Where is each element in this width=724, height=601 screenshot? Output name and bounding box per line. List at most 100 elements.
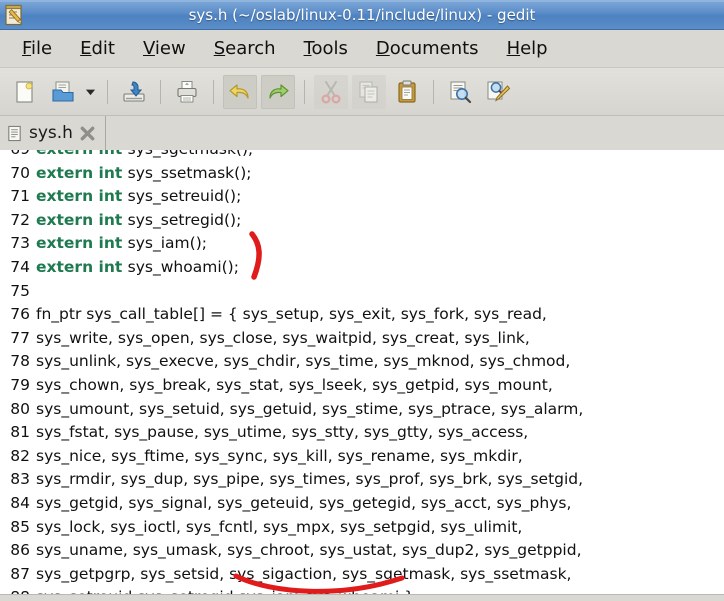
code-text: sys_ssetmask(); xyxy=(127,163,252,182)
code-keyword: extern int xyxy=(36,257,128,276)
code-keyword: extern int xyxy=(36,150,128,158)
code-line: 76 fn_ptr sys_call_table[] = { sys_setup,… xyxy=(4,303,724,327)
replace-pencil-icon xyxy=(487,81,511,102)
code-line: 86 sys_uname, sys_umask, sys_chroot, sys_… xyxy=(4,539,724,563)
line-number: 73 xyxy=(10,234,30,253)
tab-bar-empty-area xyxy=(105,116,724,150)
line-number: 79 xyxy=(10,375,30,394)
title-bar: sys.h (~/oslab/linux-0.11/include/linux)… xyxy=(0,0,724,30)
redo-arrow-icon xyxy=(269,83,289,99)
line-number: 80 xyxy=(10,399,30,418)
menu-view-rest: iew xyxy=(154,38,186,59)
close-x-icon[interactable] xyxy=(79,124,97,142)
find-magnifier-icon xyxy=(450,81,472,103)
undo-button[interactable] xyxy=(223,74,257,109)
code-line: 72 extern int sys_setregid(); xyxy=(4,209,724,233)
code-line: 79 sys_chown, sys_break, sys_stat, sys_ls… xyxy=(4,374,724,398)
line-number: 84 xyxy=(10,493,30,512)
code-keyword: extern int xyxy=(36,210,128,229)
open-document-button[interactable] xyxy=(46,75,80,109)
code-text: sys_uname, sys_umask, sys_chroot, sys_us… xyxy=(36,541,582,560)
line-number: 86 xyxy=(10,541,30,560)
clipboard-icon xyxy=(398,80,416,103)
new-document-button[interactable] xyxy=(8,75,42,109)
open-dropdown-button[interactable] xyxy=(82,77,98,107)
toolbar-separator-5 xyxy=(433,79,434,104)
printer-icon xyxy=(177,80,197,102)
code-line: 70 extern int sys_ssetmask(); xyxy=(4,162,724,186)
line-number: 74 xyxy=(10,257,30,276)
code-text: sys_setreuid(); xyxy=(127,187,242,206)
code-keyword: extern int xyxy=(36,234,128,253)
menu-file-rest: ile xyxy=(31,38,53,59)
line-number: 81 xyxy=(10,423,30,442)
code-text: sys_getgid, sys_signal, sys_geteuid, sys… xyxy=(36,493,572,512)
find-button[interactable] xyxy=(443,75,477,109)
titlebar-highlight xyxy=(0,0,724,2)
menu-view[interactable]: View xyxy=(129,36,200,61)
code-text: sys_unlink, sys_execve, sys_chdir, sys_t… xyxy=(36,352,571,371)
cut-button[interactable] xyxy=(314,74,348,109)
menu-help[interactable]: Help xyxy=(493,36,562,61)
code-line: 78 sys_unlink, sys_execve, sys_chdir, sys… xyxy=(4,350,724,374)
toolbar xyxy=(0,68,724,116)
toolbar-separator-2 xyxy=(160,79,161,104)
code-text: sys_write, sys_open, sys_close, sys_wait… xyxy=(36,328,530,347)
code-line: 71 extern int sys_setreuid(); xyxy=(4,185,724,209)
code-line: 82 sys_nice, sys_ftime, sys_sync, sys_kil… xyxy=(4,445,724,469)
copy-pages-icon xyxy=(359,81,378,102)
code-line: 80 sys_umount, sys_setuid, sys_getuid, sy… xyxy=(4,398,724,422)
menu-search-rest: earch xyxy=(225,38,276,59)
code-text: sys_sgetmask(); xyxy=(128,150,254,158)
code-text: sys_chown, sys_break, sys_stat, sys_lsee… xyxy=(36,375,553,394)
code-line: 84 sys_getgid, sys_signal, sys_geteuid, s… xyxy=(4,492,724,516)
code-text: sys_lock, sys_ioctl, sys_fcntl, sys_mpx,… xyxy=(36,517,523,536)
code-keyword: extern int xyxy=(36,163,128,182)
code-line: 83 sys_rmdir, sys_dup, sys_pipe, sys_time… xyxy=(4,468,724,492)
menu-documents[interactable]: Documents xyxy=(362,36,493,61)
menu-tools-rest: ools xyxy=(311,38,348,59)
save-disk-icon xyxy=(123,80,145,102)
code-text: sys_rmdir, sys_dup, sys_pipe, sys_times,… xyxy=(36,470,584,489)
gedit-window: sys.h (~/oslab/linux-0.11/include/linux)… xyxy=(0,0,724,601)
menu-documents-rest: ocuments xyxy=(389,38,479,59)
line-number: 69 xyxy=(4,150,30,162)
code-text: sys_whoami(); xyxy=(127,257,239,276)
copy-button[interactable] xyxy=(352,74,386,109)
line-number: 85 xyxy=(10,517,30,536)
menu-file[interactable]: File xyxy=(8,36,66,61)
code-content[interactable]: 69 extern int sys_sgetmask(); 70 extern int… xyxy=(0,150,724,601)
toolbar-separator-3 xyxy=(213,79,214,104)
tab-bar: sys.h xyxy=(0,116,724,150)
menu-bar: File Edit View Search Tools Documents He… xyxy=(0,30,724,68)
save-button[interactable] xyxy=(117,75,151,109)
menu-search[interactable]: Search xyxy=(200,36,290,61)
menu-help-rest: elp xyxy=(520,38,548,59)
menu-tools[interactable]: Tools xyxy=(290,36,362,61)
code-line: 87 sys_getpgrp, sys_setsid, sys_sigaction… xyxy=(4,563,724,587)
replace-button[interactable] xyxy=(481,75,515,109)
undo-arrow-icon xyxy=(229,83,249,99)
toolbar-separator-4 xyxy=(304,79,305,104)
line-number: 70 xyxy=(10,163,30,182)
menu-edit[interactable]: Edit xyxy=(66,36,129,61)
line-number: 72 xyxy=(10,210,30,229)
code-text: fn_ptr sys_call_table[] = { sys_setup, s… xyxy=(36,305,547,324)
code-text: sys_getpgrp, sys_setsid, sys_sigaction, … xyxy=(36,564,572,583)
window-title: sys.h (~/oslab/linux-0.11/include/linux)… xyxy=(188,5,536,24)
gedit-notepad-pencil-icon xyxy=(4,4,26,26)
toolbar-separator-1 xyxy=(107,79,108,104)
redo-button[interactable] xyxy=(261,74,295,109)
code-editor[interactable]: 69 extern int sys_sgetmask(); 70 extern int… xyxy=(0,150,724,601)
code-text: sys_iam(); xyxy=(127,234,207,253)
paste-button[interactable] xyxy=(390,75,424,109)
new-file-icon xyxy=(16,80,33,103)
code-text: sys_setregid(); xyxy=(127,210,242,229)
tab-sys-h[interactable]: sys.h xyxy=(0,116,106,150)
editor-bottom-strip xyxy=(0,594,724,601)
print-button[interactable] xyxy=(170,75,204,109)
tab-label: sys.h xyxy=(29,123,73,143)
line-number: 71 xyxy=(10,187,30,206)
line-number: 82 xyxy=(10,446,30,465)
line-number: 75 xyxy=(10,281,30,300)
